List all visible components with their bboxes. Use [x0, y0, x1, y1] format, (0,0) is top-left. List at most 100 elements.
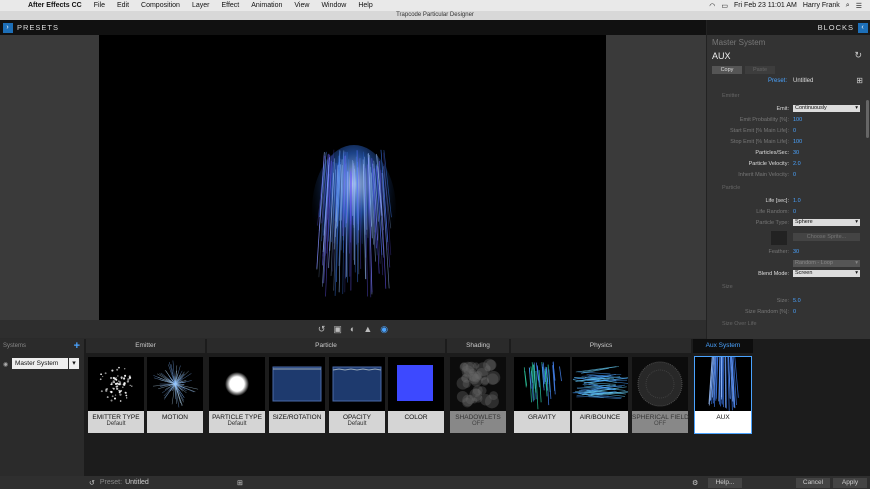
chevron-right-icon[interactable]: › [3, 22, 13, 33]
size-graph-thumb [272, 366, 322, 402]
group-shading[interactable]: Shading [447, 339, 509, 353]
group-particle[interactable]: Particle [207, 339, 445, 353]
wifi-icon[interactable]: ◠ [709, 2, 715, 10]
system-select[interactable]: Master System [12, 358, 68, 369]
param-size-random: Size Random [%]: 0 [744, 309, 797, 315]
user-name[interactable]: Harry Frank [803, 2, 840, 9]
systems-header: Systems [3, 343, 27, 349]
menu-help[interactable]: Help [352, 2, 378, 9]
window-title: Trapcode Particular Designer [0, 11, 870, 20]
blend-mode-dropdown[interactable]: Screen [793, 270, 860, 277]
tile-color[interactable]: COLOR [388, 357, 444, 433]
chevron-down-icon[interactable]: ▾ [69, 358, 79, 369]
panel-scrollbar[interactable] [866, 100, 869, 138]
light-icon[interactable]: ◐ [350, 324, 355, 334]
menu-app[interactable]: After Effects CC [22, 2, 88, 9]
copy-button[interactable]: Copy [712, 66, 742, 74]
visibility-eye-icon[interactable]: ◉ [3, 361, 8, 368]
menu-bar: After Effects CC File Edit Composition L… [0, 0, 870, 11]
param-particles-sec: Particles/Sec: 30 [755, 150, 800, 156]
motion-thumb [147, 357, 203, 411]
section-size: Size [722, 284, 733, 290]
tile-motion[interactable]: MOTION [147, 357, 203, 433]
param-size: Size: 5.0 [776, 298, 801, 304]
param-life: Life [sec]: 1.0 [765, 198, 801, 204]
add-system-icon[interactable]: + [74, 340, 80, 352]
param-stop-emit: Stop Emit [% Main Life]: 100 [730, 139, 803, 145]
sphere-field-thumb [637, 361, 683, 407]
tile-gravity[interactable]: GRAVITY [514, 357, 570, 433]
presets-bar[interactable]: › PRESETS [0, 20, 706, 35]
save-preset-icon[interactable]: ⊞ [856, 76, 863, 85]
emit-dropdown[interactable]: Continuously [793, 105, 860, 112]
choose-sprite-button[interactable]: Choose Sprite... [793, 233, 860, 241]
menu-animation[interactable]: Animation [245, 2, 288, 9]
menu-window[interactable]: Window [315, 2, 352, 9]
presets-label[interactable]: PRESETS [17, 23, 59, 32]
smoke-thumb [456, 358, 501, 409]
eye-icon[interactable]: ◉ [380, 324, 388, 335]
menu-layer[interactable]: Layer [186, 2, 216, 9]
camera-icon[interactable]: ▣ [333, 324, 342, 335]
param-life-random: Life Random: 0 [756, 209, 797, 215]
air-bounce-thumb [572, 357, 628, 411]
aux-thumb [695, 357, 751, 411]
param-blend-mode: Blend Mode: Screen [707, 270, 867, 278]
menu-edit[interactable]: Edit [111, 2, 135, 9]
particle-type-dropdown[interactable]: Sphere [793, 219, 860, 226]
tile-aux[interactable]: AUX [694, 356, 752, 434]
cancel-button[interactable]: Cancel [796, 477, 830, 488]
clock[interactable]: Fri Feb 23 11:01 AM [734, 2, 797, 9]
paste-button[interactable]: Paste [745, 66, 775, 74]
copy-paste-row: Copy Paste [712, 66, 862, 74]
preset-value[interactable]: Untitled [793, 78, 813, 84]
tile-shadowlets[interactable]: SHADOWLETS OFF [450, 357, 506, 433]
param-choose-sprite: Choose Sprite... [707, 233, 867, 241]
preview-viewer[interactable] [99, 35, 606, 320]
tile-air-bounce[interactable]: AIR/BOUNCE [572, 357, 628, 433]
gear-icon[interactable]: ⚙ [692, 479, 698, 487]
blocks-panel: BLOCKS ‹ Master System AUX ↻ Copy Paste … [706, 20, 870, 339]
param-random-loop: Random - Loop [707, 260, 867, 268]
grid-icon[interactable]: ▲ [363, 324, 372, 334]
search-icon[interactable]: ⌕ [846, 2, 850, 10]
random-loop-dropdown[interactable]: Random - Loop [793, 260, 860, 267]
reset-icon[interactable]: ↻ [854, 50, 862, 61]
chevron-left-icon[interactable]: ‹ [858, 22, 868, 33]
undo-icon[interactable]: ↺ [318, 324, 326, 335]
menu-file[interactable]: File [88, 2, 111, 9]
menu-effect[interactable]: Effect [215, 2, 245, 9]
save-preset-icon[interactable]: ⊞ [237, 479, 243, 487]
tile-size-rotation[interactable]: SIZE/ROTATION [269, 357, 325, 433]
tile-emitter-type[interactable]: EMITTER TYPE Default [88, 357, 144, 433]
air-streak-thumb [572, 366, 628, 399]
systems-panel: Systems + ◉ Master System ▾ [0, 339, 84, 476]
param-emit: Emit: Continuously [707, 105, 867, 113]
group-emitter[interactable]: Emitter [86, 339, 205, 353]
color-thumb [388, 357, 444, 411]
param-emit-probability: Emit Probability [%]: 100 [739, 117, 803, 123]
spherical-field-thumb [632, 357, 688, 411]
opacity-thumb [329, 357, 385, 411]
group-physics[interactable]: Physics [511, 339, 691, 353]
tile-opacity[interactable]: OPACITY Default [329, 357, 385, 433]
apply-button[interactable]: Apply [833, 477, 867, 488]
menu-list-icon[interactable]: ☰ [856, 2, 862, 10]
tile-particle-type[interactable]: PARTICLE TYPE Default [209, 357, 265, 433]
opacity-graph-thumb [332, 366, 382, 402]
emitter-type-thumb [88, 357, 144, 411]
param-particle-velocity: Particle Velocity: 2.0 [748, 161, 801, 167]
menu-composition[interactable]: Composition [135, 2, 186, 9]
burst-thumb [152, 360, 199, 408]
particle-preview [312, 145, 396, 298]
menu-view[interactable]: View [288, 2, 315, 9]
tile-spherical-field[interactable]: SPHERICAL FIELD OFF [632, 357, 689, 433]
group-aux-system[interactable]: Aux System [693, 339, 753, 353]
battery-icon[interactable]: ▭ [721, 2, 728, 10]
blocks-label[interactable]: BLOCKS [818, 23, 854, 32]
help-button[interactable]: Help... [708, 477, 742, 488]
statusbar-preset-value[interactable]: Untitled [125, 479, 149, 486]
blocks-header[interactable]: BLOCKS ‹ [707, 20, 870, 35]
reset-icon[interactable]: ↺ [89, 479, 95, 487]
viewer-toolbar: ↺ ▣ ◐ ▲ ◉ [0, 320, 706, 338]
